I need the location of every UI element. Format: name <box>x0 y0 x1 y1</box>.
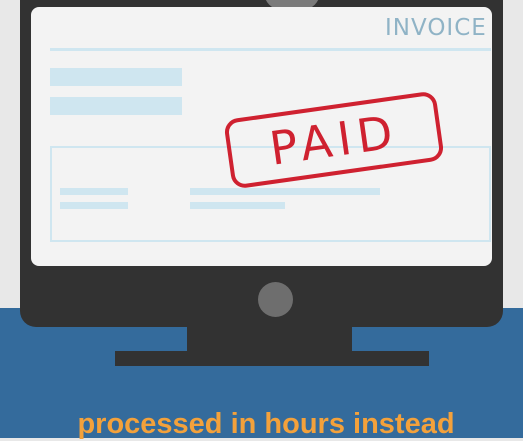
monitor-stand-neck <box>187 327 352 352</box>
table-line <box>190 188 380 195</box>
caption-text: processed in hours instead <box>77 408 455 440</box>
text-line <box>50 97 182 115</box>
monitor-stand-base <box>115 351 429 366</box>
table-line <box>60 202 128 209</box>
table-line <box>60 188 128 195</box>
power-button-icon <box>258 282 293 317</box>
text-line <box>50 68 182 86</box>
heading-rule <box>50 48 491 51</box>
table-line <box>190 202 285 209</box>
invoice-heading: INVOICE <box>385 15 487 41</box>
stamp-text: PAID <box>266 104 402 176</box>
